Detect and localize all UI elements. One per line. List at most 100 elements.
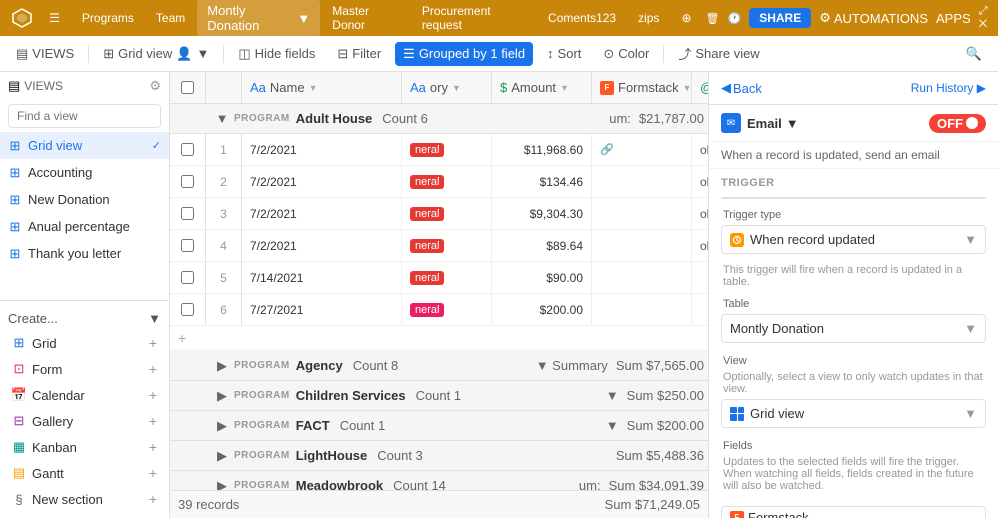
table-row[interactable]: 3 7/2/2021 neral $9,304.30 okayyali@odys…	[170, 198, 708, 230]
row-date-4[interactable]: 7/2/2021	[242, 230, 402, 261]
row-email-3[interactable]: okayyali@odysseyhouse....	[692, 198, 708, 229]
row-amount-5[interactable]: $90.00	[492, 262, 592, 293]
fields-tag[interactable]: F Formstack	[721, 506, 986, 518]
row-story-6[interactable]: neral	[402, 294, 492, 325]
row-formstack-5[interactable]	[592, 262, 692, 293]
create-grid-item[interactable]: ⊞ Grid +	[8, 330, 161, 356]
table-row[interactable]: 4 7/2/2021 neral $89.64 okayyali@odyssey…	[170, 230, 708, 262]
row-formstack-3[interactable]	[592, 198, 692, 229]
row-story-4[interactable]: neral	[402, 230, 492, 261]
row-email-2[interactable]: okayyali@odysseyhouse....	[692, 166, 708, 197]
group-button[interactable]: ☰ Grouped by 1 field	[395, 42, 533, 66]
view-item-annual[interactable]: ⊞ Anual percentage	[0, 213, 169, 240]
create-calendar-plus[interactable]: +	[149, 387, 157, 403]
row-formstack-4[interactable]	[592, 230, 692, 261]
color-button[interactable]: ⊙ Color	[595, 42, 657, 66]
create-grid-plus[interactable]: +	[149, 335, 157, 351]
group-toggle-children[interactable]: ▶	[214, 388, 230, 404]
nav-menu-btn[interactable]: ☰	[39, 7, 70, 29]
checkbox-4[interactable]	[181, 239, 194, 252]
create-calendar-item[interactable]: 📅 Calendar +	[8, 382, 161, 408]
share-view-button[interactable]: ⤴ Share view	[670, 40, 767, 67]
group-toggle-agency[interactable]: ▶	[214, 358, 230, 374]
window-controls[interactable]: ⤢ ✕	[979, 5, 990, 31]
group-header-adult-house[interactable]: ▼ PROGRAM Adult House Count 6 um: $21,78…	[170, 104, 708, 134]
create-kanban-item[interactable]: ▦ Kanban +	[8, 434, 161, 460]
col-amount-header[interactable]: $ Amount ▼	[492, 72, 592, 103]
table-row[interactable]: 5 7/14/2021 neral $90.00	[170, 262, 708, 294]
nav-tab-programs[interactable]: Programs	[72, 7, 144, 29]
row-date-5[interactable]: 7/14/2021	[242, 262, 402, 293]
row-story-3[interactable]: neral	[402, 198, 492, 229]
nav-tab-montly-donation[interactable]: Montly Donation ▼	[197, 0, 320, 37]
app-logo[interactable]	[8, 4, 35, 32]
row-amount-1[interactable]: $11,968.60	[492, 134, 592, 165]
share-button[interactable]: SHARE	[749, 8, 811, 28]
trigger-card[interactable]: When a record is updated ▼	[721, 197, 986, 199]
grid-view-button[interactable]: ⊞ Grid view 👤 ▼	[95, 42, 217, 66]
row-check-6[interactable]	[170, 294, 206, 325]
automation-toggle[interactable]: OFF	[929, 114, 986, 133]
checkbox-5[interactable]	[181, 271, 194, 284]
table-row[interactable]: 6 7/27/2021 neral $200.00	[170, 294, 708, 326]
view-item-new-donation[interactable]: ⊞ New Donation	[0, 186, 169, 213]
row-story-1[interactable]: neral	[402, 134, 492, 165]
group-toggle-lighthouse[interactable]: ▶	[214, 448, 230, 464]
create-form-item[interactable]: ⊡ Form +	[8, 356, 161, 382]
view-search-input[interactable]	[8, 104, 161, 128]
view-item-accounting[interactable]: ⊞ Accounting	[0, 159, 169, 186]
view-item-thank-you[interactable]: ⊞ Thank you letter	[0, 240, 169, 267]
sort-button[interactable]: ↕ Sort	[539, 42, 589, 65]
row-check-5[interactable]	[170, 262, 206, 293]
row-story-2[interactable]: neral	[402, 166, 492, 197]
table-row[interactable]: 2 7/2/2021 neral $134.46 okayyali@odysse…	[170, 166, 708, 198]
row-email-1[interactable]: okayyali@odysseyhouse....	[692, 134, 708, 165]
row-amount-6[interactable]: $200.00	[492, 294, 592, 325]
group-header-fact[interactable]: ▶ PROGRAM FACT Count 1 ▼ Sum $200.00	[170, 411, 708, 441]
apps-button[interactable]: APPS	[936, 11, 971, 26]
search-button[interactable]: 🔍	[958, 42, 990, 66]
row-email-6[interactable]	[692, 294, 708, 325]
row-date-3[interactable]: 7/2/2021	[242, 198, 402, 229]
main-grid[interactable]: Aa Name ▼ Aa ory ▼ $ Amount ▼ F Formstac…	[170, 72, 708, 518]
history-icon[interactable]: 🕐	[727, 12, 741, 25]
row-amount-3[interactable]: $9,304.30	[492, 198, 592, 229]
views-gear-icon[interactable]: ⚙	[149, 78, 161, 94]
row-formstack-1[interactable]: 🔗	[592, 134, 692, 165]
table-select[interactable]: Montly Donation ▼	[721, 314, 986, 343]
row-formstack-6[interactable]	[592, 294, 692, 325]
row-date-1[interactable]: 7/2/2021	[242, 134, 402, 165]
col-story-header[interactable]: Aa ory ▼	[402, 72, 492, 103]
create-section-plus[interactable]: +	[149, 491, 157, 507]
nav-tab-team[interactable]: Team	[146, 7, 195, 29]
group-header-agency[interactable]: ▶ PROGRAM Agency Count 8 ▼ Summary Sum $…	[170, 351, 708, 381]
row-story-5[interactable]: neral	[402, 262, 492, 293]
hide-fields-button[interactable]: ◫ Hide fields	[230, 42, 323, 66]
row-formstack-2[interactable]	[592, 166, 692, 197]
create-section-item[interactable]: § New section +	[8, 486, 161, 512]
group-header-lighthouse[interactable]: ▶ PROGRAM LightHouse Count 3 Sum $5,488.…	[170, 441, 708, 471]
select-all-checkbox[interactable]	[181, 81, 194, 94]
checkbox-2[interactable]	[181, 175, 194, 188]
group-header-children[interactable]: ▶ PROGRAM Children Services Count 1 ▼ Su…	[170, 381, 708, 411]
view-item-grid[interactable]: ⊞ Grid view ✓	[0, 132, 169, 159]
row-check-4[interactable]	[170, 230, 206, 261]
view-select[interactable]: Grid view ▼	[721, 399, 986, 428]
row-email-5[interactable]	[692, 262, 708, 293]
views-button[interactable]: ▤ VIEWS	[8, 42, 82, 66]
create-gantt-plus[interactable]: +	[149, 465, 157, 481]
row-email-4[interactable]: okayyali@odysseyhouse....	[692, 230, 708, 261]
row-date-6[interactable]: 7/27/2021	[242, 294, 402, 325]
trigger-type-select[interactable]: When record updated ▼	[721, 225, 986, 254]
trigger-card-header[interactable]: When a record is updated ▼	[722, 198, 985, 199]
nav-tab-master-donor[interactable]: Master Donor	[322, 0, 410, 36]
col-checkbox[interactable]	[170, 72, 206, 103]
nav-tab-coments[interactable]: Coments123	[538, 7, 626, 29]
delete-icon[interactable]: 🗑	[706, 12, 720, 25]
automations-button[interactable]: ⚙ AUTOMATIONS	[819, 10, 928, 26]
row-amount-2[interactable]: $134.46	[492, 166, 592, 197]
row-amount-4[interactable]: $89.64	[492, 230, 592, 261]
create-gallery-item[interactable]: ⊟ Gallery +	[8, 408, 161, 434]
create-gallery-plus[interactable]: +	[149, 413, 157, 429]
create-gantt-item[interactable]: ▤ Gantt +	[8, 460, 161, 486]
